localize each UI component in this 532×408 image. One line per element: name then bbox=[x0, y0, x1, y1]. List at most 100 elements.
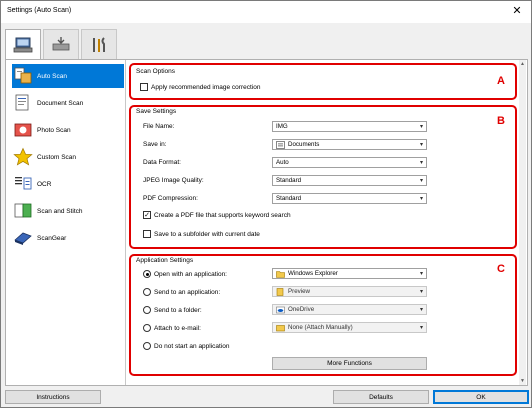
chevron-down-icon: ▾ bbox=[419, 124, 423, 130]
jpeg-quality-combo[interactable]: Standard ▾ bbox=[272, 175, 427, 186]
scan-options-group: Scan Options Apply recommended image cor… bbox=[134, 68, 504, 95]
checkbox-box[interactable] bbox=[143, 230, 151, 238]
tab-scan-from-panel[interactable] bbox=[43, 29, 79, 59]
save-in-value: Documents bbox=[288, 141, 320, 148]
settings-window: Settings (Auto Scan) ✕ Auto Scan Documen… bbox=[0, 0, 532, 408]
sidebar-item-label: ScanGear bbox=[37, 234, 67, 242]
radio-dot[interactable] bbox=[143, 342, 151, 350]
data-format-value: Auto bbox=[276, 159, 289, 166]
sidebar-item-label: Document Scan bbox=[37, 99, 84, 107]
scangear-icon bbox=[12, 227, 34, 249]
attach-email-combo[interactable]: None (Attach Manually) ▾ bbox=[272, 322, 427, 333]
jpeg-quality-label: JPEG Image Quality: bbox=[143, 177, 204, 184]
sidebar: Auto Scan Document Scan Photo Scan Custo… bbox=[6, 60, 126, 385]
keyword-search-label: Create a PDF file that supports keyword … bbox=[154, 211, 291, 219]
more-functions-button[interactable]: More Functions bbox=[272, 357, 427, 370]
do-not-start-label: Do not start an application bbox=[154, 342, 230, 350]
sidebar-item-label: OCR bbox=[37, 180, 52, 188]
documents-folder-icon bbox=[276, 140, 285, 149]
open-app-label: Open with an application: bbox=[154, 270, 227, 278]
file-name-label: File Name: bbox=[143, 123, 175, 130]
file-name-combo[interactable]: IMG ▾ bbox=[272, 121, 427, 132]
close-icon[interactable]: ✕ bbox=[509, 4, 525, 18]
sidebar-item-label: Photo Scan bbox=[37, 126, 71, 134]
subfolder-label: Save to a subfolder with current date bbox=[154, 230, 260, 238]
data-format-label: Data Format: bbox=[143, 159, 181, 166]
tools-icon bbox=[93, 36, 105, 52]
do-not-start-radio[interactable]: Do not start an application bbox=[143, 342, 230, 350]
onedrive-icon bbox=[276, 306, 285, 313]
checkbox-box[interactable] bbox=[140, 83, 148, 91]
scroll-down-icon[interactable]: ▼ bbox=[519, 377, 526, 385]
checkmark-icon[interactable]: ✓ bbox=[143, 211, 151, 219]
pdf-compression-label: PDF Compression: bbox=[143, 195, 198, 202]
chevron-down-icon: ▾ bbox=[419, 325, 423, 331]
send-folder-radio[interactable]: Send to a folder: bbox=[143, 306, 202, 314]
sidebar-item-auto-scan[interactable]: Auto Scan bbox=[12, 64, 124, 88]
tab-general-settings[interactable] bbox=[81, 29, 117, 59]
annotation-letter-c: C bbox=[497, 263, 505, 275]
pdf-compression-value: Standard bbox=[276, 195, 302, 202]
sidebar-item-scangear[interactable]: ScanGear bbox=[12, 226, 124, 250]
vertical-scrollbar[interactable]: ▲ ▼ bbox=[519, 60, 526, 385]
sidebar-item-photo-scan[interactable]: Photo Scan bbox=[12, 118, 124, 142]
defaults-button[interactable]: Defaults bbox=[333, 390, 429, 404]
sidebar-item-label: Custom Scan bbox=[37, 153, 77, 161]
save-in-label: Save in: bbox=[143, 141, 167, 148]
attach-email-value: None (Attach Manually) bbox=[288, 324, 353, 331]
sidebar-item-label: Scan and Stitch bbox=[37, 207, 83, 215]
sidebar-item-document-scan[interactable]: Document Scan bbox=[12, 91, 124, 115]
send-app-label: Send to an application: bbox=[154, 288, 221, 296]
ok-button[interactable]: OK bbox=[433, 390, 529, 404]
title-bar: Settings (Auto Scan) ✕ bbox=[1, 1, 531, 23]
chevron-down-icon: ▾ bbox=[419, 196, 423, 202]
send-folder-combo[interactable]: OneDrive ▾ bbox=[272, 304, 427, 315]
tab-scan-from-computer[interactable] bbox=[5, 29, 41, 60]
sidebar-item-scan-and-stitch[interactable]: Scan and Stitch bbox=[12, 199, 124, 223]
chevron-down-icon: ▾ bbox=[419, 271, 423, 277]
open-app-combo[interactable]: Windows Explorer ▾ bbox=[272, 268, 427, 279]
radio-dot[interactable] bbox=[143, 306, 151, 314]
scan-options-title: Scan Options bbox=[134, 68, 178, 75]
chevron-down-icon: ▾ bbox=[419, 142, 423, 148]
subfolder-checkbox[interactable]: Save to a subfolder with current date bbox=[143, 230, 260, 238]
send-app-combo[interactable]: Preview ▾ bbox=[272, 286, 427, 297]
radio-dot[interactable] bbox=[143, 270, 151, 278]
app-settings-title: Application Settings bbox=[136, 257, 194, 264]
window-title: Settings (Auto Scan) bbox=[7, 7, 72, 14]
send-folder-value: OneDrive bbox=[288, 306, 315, 313]
apply-correction-checkbox[interactable]: Apply recommended image correction bbox=[140, 83, 260, 91]
attach-email-radio[interactable]: Attach to e-mail: bbox=[143, 324, 201, 332]
apply-correction-label: Apply recommended image correction bbox=[151, 83, 261, 91]
stitch-icon bbox=[12, 200, 34, 222]
settings-frame: Auto Scan Document Scan Photo Scan Custo… bbox=[5, 59, 528, 386]
radio-dot[interactable] bbox=[143, 324, 151, 332]
scroll-up-icon[interactable]: ▲ bbox=[519, 60, 526, 68]
ocr-icon bbox=[12, 173, 34, 195]
data-format-combo[interactable]: Auto ▾ bbox=[272, 157, 427, 168]
open-app-radio[interactable]: Open with an application: bbox=[143, 270, 227, 278]
chevron-down-icon: ▾ bbox=[419, 160, 423, 166]
file-name-value: IMG bbox=[276, 123, 288, 130]
folder-icon bbox=[276, 270, 285, 278]
send-app-radio[interactable]: Send to an application: bbox=[143, 288, 220, 296]
pdf-compression-combo[interactable]: Standard ▾ bbox=[272, 193, 427, 204]
settings-content: A Scan Options Apply recommended image c… bbox=[127, 60, 526, 385]
send-app-value: Preview bbox=[288, 288, 311, 295]
sidebar-item-label: Auto Scan bbox=[37, 72, 67, 80]
chevron-down-icon: ▾ bbox=[419, 289, 423, 295]
sidebar-item-ocr[interactable]: OCR bbox=[12, 172, 124, 196]
save-in-combo[interactable]: Documents ▾ bbox=[272, 139, 427, 150]
chevron-down-icon: ▾ bbox=[419, 178, 423, 184]
sidebar-item-custom-scan[interactable]: Custom Scan bbox=[12, 145, 124, 169]
mail-icon bbox=[276, 324, 285, 331]
keyword-search-checkbox[interactable]: ✓ Create a PDF file that supports keywor… bbox=[143, 211, 291, 219]
photo-scan-icon bbox=[12, 119, 34, 141]
instructions-button[interactable]: Instructions bbox=[5, 390, 101, 404]
radio-dot[interactable] bbox=[143, 288, 151, 296]
scanner-tray-icon bbox=[52, 36, 70, 50]
preview-icon bbox=[276, 287, 284, 296]
send-folder-label: Send to a folder: bbox=[154, 306, 202, 314]
document-scan-icon bbox=[12, 92, 34, 114]
star-icon bbox=[12, 146, 34, 168]
